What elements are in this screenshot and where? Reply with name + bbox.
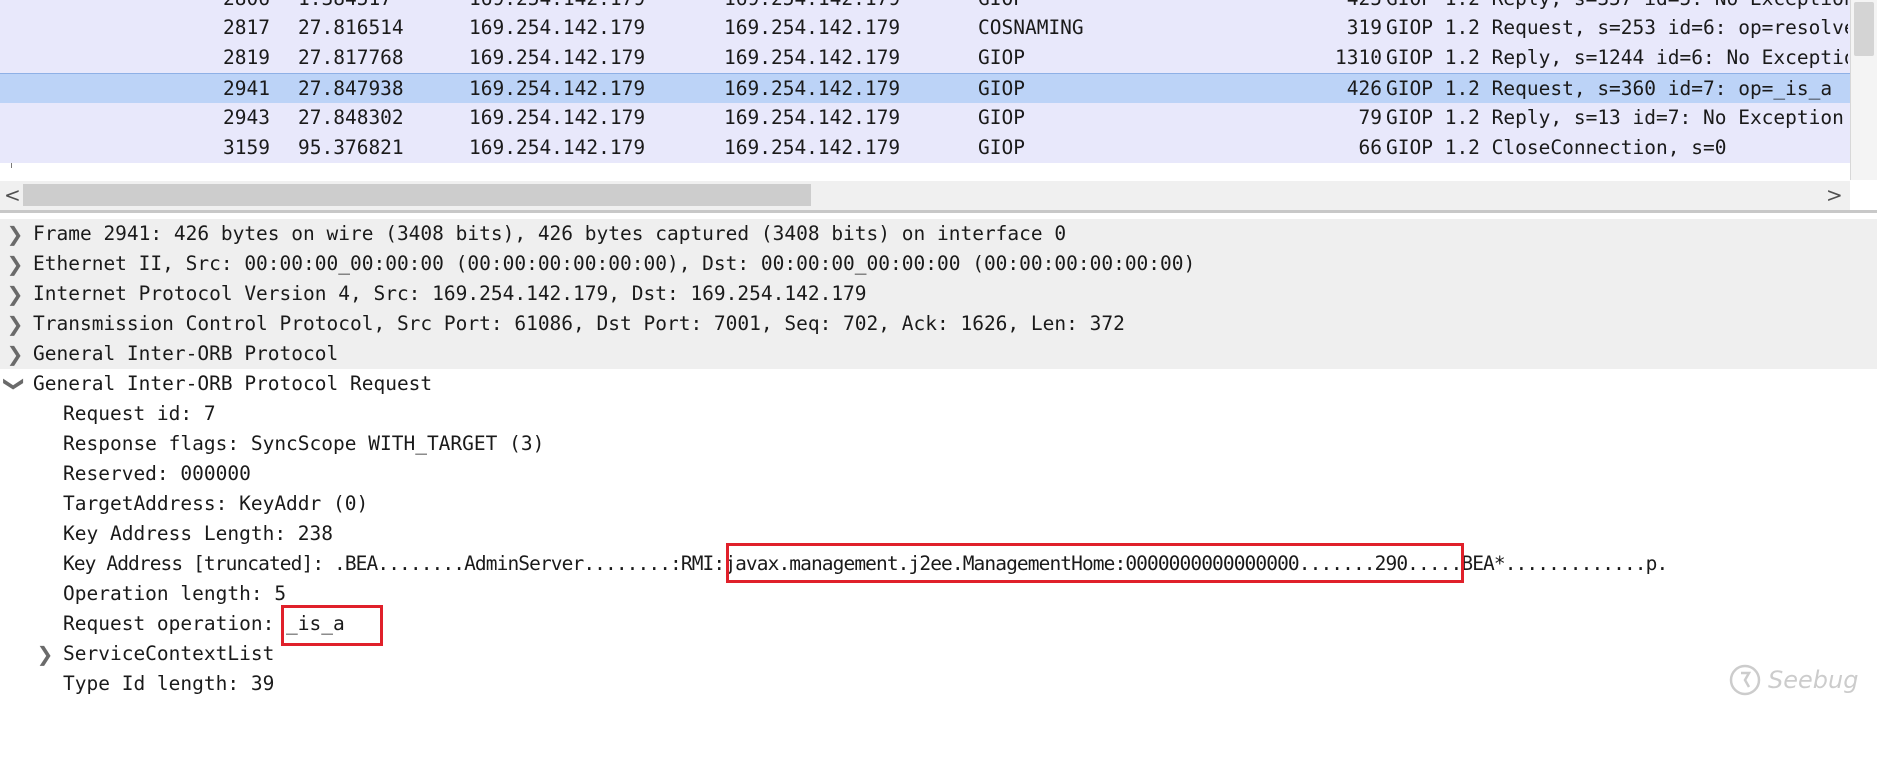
field-target-address[interactable]: TargetAddress: KeyAddr (0) bbox=[0, 489, 1877, 519]
tree-item-ip[interactable]: ❯ Internet Protocol Version 4, Src: 169.… bbox=[0, 279, 1877, 309]
packet-cell-dst: 169.254.142.179 bbox=[724, 77, 901, 100]
packet-cell-len: 319 bbox=[1346, 16, 1382, 39]
tree-item-tcp[interactable]: ❯ Transmission Control Protocol, Src Por… bbox=[0, 309, 1877, 339]
packet-cell-time: 27.817768 bbox=[298, 46, 404, 69]
pane-splitter[interactable] bbox=[0, 210, 1877, 213]
packet-cell-info: GIOP 1.2 Reply, s=13 id=7: No Exception bbox=[1386, 106, 1844, 129]
packet-row[interactable]: 3159 95.376821 169.254.142.179 169.254.142.… bbox=[0, 133, 1850, 163]
request-operation-highlight-box bbox=[281, 605, 383, 646]
tree-item-giop-request[interactable]: ❯ General Inter-ORB Protocol Request bbox=[0, 369, 1877, 399]
tree-item-giop[interactable]: ❯ General Inter-ORB Protocol bbox=[0, 339, 1877, 369]
tree-item-label: Transmission Control Protocol, Src Port:… bbox=[33, 312, 1125, 335]
tree-item-label: Frame 2941: 426 bytes on wire (3408 bits… bbox=[33, 222, 1067, 245]
packet-cell-src: 169.254.142.179 bbox=[469, 46, 646, 69]
field-label: TargetAddress: KeyAddr (0) bbox=[63, 492, 369, 515]
packet-cell-src: 169.254.142.179 bbox=[469, 106, 646, 129]
packet-cell-no: 2817 bbox=[223, 16, 270, 39]
chevron-right-icon[interactable]: ❯ bbox=[4, 339, 26, 369]
packet-list-vertical-scrollbar[interactable] bbox=[1850, 0, 1877, 180]
packet-cell-info: GIOP 1.2 Reply, s=1244 id=6: No Exceptio… bbox=[1386, 46, 1848, 69]
packet-cell-info: GIOP 1.2 Reply, s=357 id=5: No Exception bbox=[1386, 0, 1848, 14]
packet-cell-time: 27.816514 bbox=[298, 16, 404, 39]
packet-cell-src: 169.254.142.179 bbox=[469, 77, 646, 100]
chevron-right-icon[interactable]: ❯ bbox=[4, 279, 26, 309]
field-type-id-length[interactable]: Type Id length: 39 bbox=[0, 669, 1877, 699]
horizontal-scrollbar[interactable]: < > bbox=[0, 181, 1850, 210]
packet-cell-len: 425 bbox=[1242, 0, 1382, 14]
key-address-highlight-box bbox=[726, 543, 1464, 583]
packet-cell-no: 2819 bbox=[223, 46, 270, 69]
tree-item-label: General Inter-ORB Protocol bbox=[33, 342, 339, 365]
packet-list[interactable]: 2806 1.384517 169.254.142.179 169.254.142.1… bbox=[0, 0, 1877, 180]
packet-row[interactable]: 2817 27.816514 169.254.142.179 169.254.142.… bbox=[0, 13, 1850, 43]
field-label: Response flags: SyncScope WITH_TARGET (3… bbox=[63, 432, 545, 455]
field-label: Type Id length: 39 bbox=[63, 672, 275, 695]
chevron-right-icon[interactable]: ❯ bbox=[4, 249, 26, 279]
field-request-id[interactable]: Request id: 7 bbox=[0, 399, 1877, 429]
packet-cell-dst: 169.254.142.179 bbox=[724, 106, 901, 129]
field-label: Reserved: 000000 bbox=[63, 462, 251, 485]
packet-cell-src: 169.254.142.179 bbox=[469, 16, 646, 39]
chevron-right-icon[interactable]: ❯ bbox=[4, 309, 26, 339]
watermark-text: Seebug bbox=[1768, 666, 1859, 694]
packet-cell-len: 66 bbox=[1358, 136, 1382, 159]
packet-cell-dst: 169.254.142.179 bbox=[724, 136, 901, 159]
seebug-logo-icon bbox=[1729, 664, 1761, 696]
packet-details-tree[interactable]: ❯ Frame 2941: 426 bytes on wire (3408 bi… bbox=[0, 219, 1877, 706]
packet-cell-time: 27.847938 bbox=[298, 77, 404, 100]
tree-item-label: General Inter-ORB Protocol Request bbox=[33, 372, 433, 395]
packet-row-selected[interactable]: 2941 27.847938 169.254.142.179 169.254.142.… bbox=[0, 73, 1850, 105]
field-label: Operation length: 5 bbox=[63, 582, 287, 605]
packet-row[interactable]: 2943 27.848302 169.254.142.179 169.254.142.… bbox=[0, 103, 1850, 133]
tree-item-label: Ethernet II, Src: 00:00:00_00:00:00 (00:… bbox=[33, 252, 1196, 275]
horizontal-scrollbar-thumb[interactable] bbox=[23, 184, 811, 206]
packet-cell-no: 2941 bbox=[223, 77, 270, 100]
packet-cell-no: 2943 bbox=[223, 106, 270, 129]
packet-cell-proto: GIOP bbox=[978, 0, 1228, 14]
packet-cell-dst: 169.254.142.179 bbox=[724, 46, 901, 69]
tree-item-ethernet[interactable]: ❯ Ethernet II, Src: 00:00:00_00:00:00 (0… bbox=[0, 249, 1877, 279]
packet-cell-proto: GIOP bbox=[978, 136, 1025, 159]
packet-cell-info: GIOP 1.2 Request, s=360 id=7: op=_is_a bbox=[1386, 77, 1833, 100]
chevron-down-icon[interactable]: ❯ bbox=[0, 373, 30, 395]
field-response-flags[interactable]: Response flags: SyncScope WITH_TARGET (3… bbox=[0, 429, 1877, 459]
tree-item-frame[interactable]: ❯ Frame 2941: 426 bytes on wire (3408 bi… bbox=[0, 219, 1877, 249]
packet-cell-time: 95.376821 bbox=[298, 136, 404, 159]
field-label: Key Address Length: 238 bbox=[63, 522, 334, 545]
packet-cell-info: GIOP 1.2 CloseConnection, s=0 bbox=[1386, 136, 1727, 159]
seebug-watermark: Seebug bbox=[1728, 660, 1858, 700]
packet-cell-src: 169.254.142.179 bbox=[469, 0, 709, 14]
tree-item-label: ServiceContextList bbox=[63, 642, 275, 665]
packet-cell-proto: COSNAMING bbox=[978, 16, 1084, 39]
packet-cell-proto: GIOP bbox=[978, 77, 1025, 100]
packet-cell-proto: GIOP bbox=[978, 106, 1025, 129]
tree-item-label: Internet Protocol Version 4, Src: 169.25… bbox=[33, 282, 867, 305]
packet-cell-len: 1310 bbox=[1335, 46, 1382, 69]
packet-cell-time: 27.848302 bbox=[298, 106, 404, 129]
chevron-right-icon[interactable]: ❯ bbox=[34, 639, 56, 669]
packet-cell-time: 1.384517 bbox=[298, 0, 458, 14]
packet-cell-proto: GIOP bbox=[978, 46, 1025, 69]
scroll-right-arrow-icon[interactable]: > bbox=[1826, 183, 1843, 207]
packet-cell-src: 169.254.142.179 bbox=[469, 136, 646, 159]
field-label: Request id: 7 bbox=[63, 402, 216, 425]
scroll-left-arrow-icon[interactable]: < bbox=[4, 183, 21, 207]
packet-cell-no: 3159 bbox=[223, 136, 270, 159]
packet-cell-dst: 169.254.142.179 bbox=[724, 0, 964, 14]
vertical-scrollbar-thumb[interactable] bbox=[1854, 2, 1874, 56]
field-reserved[interactable]: Reserved: 000000 bbox=[0, 459, 1877, 489]
packet-cell-info: GIOP 1.2 Request, s=253 id=6: op=resolve bbox=[1386, 16, 1848, 39]
packet-cell-len: 79 bbox=[1358, 106, 1382, 129]
packet-row[interactable]: 2806 1.384517 169.254.142.179 169.254.142.1… bbox=[0, 0, 1850, 14]
packet-row[interactable]: 2819 27.817768 169.254.142.179 169.254.142.… bbox=[0, 43, 1850, 73]
packet-cell-len: 426 bbox=[1346, 77, 1382, 100]
packet-cell-dst: 169.254.142.179 bbox=[724, 16, 901, 39]
chevron-right-icon[interactable]: ❯ bbox=[4, 219, 26, 249]
packet-cell-no: 2806 bbox=[150, 0, 270, 14]
